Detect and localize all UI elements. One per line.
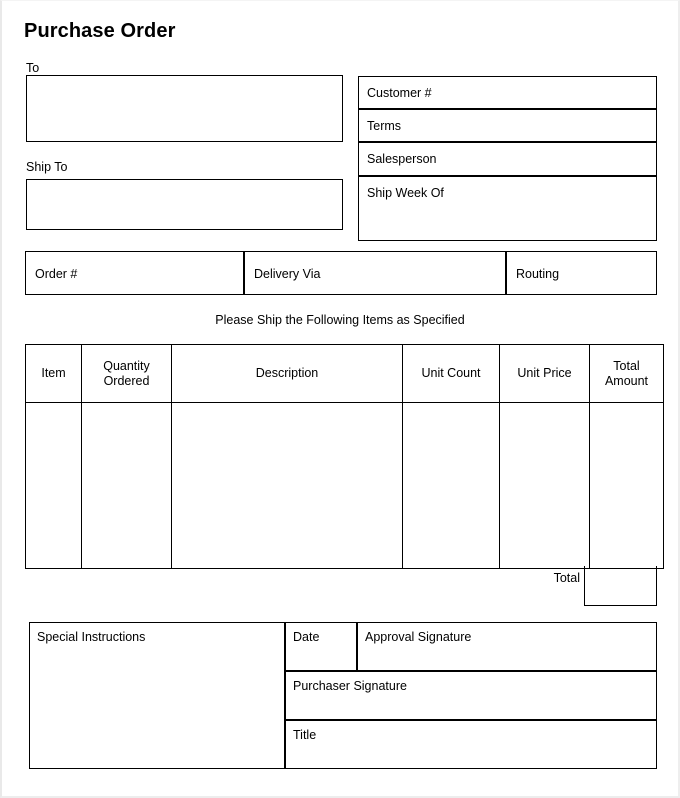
purchaser-signature-input[interactable]: Purchaser Signature: [285, 671, 657, 720]
date-label: Date: [293, 630, 320, 644]
customer-number-label: Customer #: [367, 86, 432, 100]
column-header-total-amount-line1: Total Amount: [604, 358, 649, 388]
column-header-unit-price: Unit Price: [499, 344, 590, 403]
ship-instruction-note: Please Ship the Following Items as Speci…: [215, 313, 465, 327]
approval-signature-input[interactable]: Approval Signature: [357, 622, 657, 671]
date-input[interactable]: Date: [285, 622, 357, 671]
terms-field[interactable]: Terms: [358, 109, 657, 142]
table-row: [25, 402, 664, 569]
footer-block: Special Instructions Date Approval Signa…: [29, 622, 657, 769]
special-instructions-label: Special Instructions: [37, 630, 146, 644]
to-label: To: [26, 61, 40, 75]
title-label: Title: [293, 728, 317, 742]
order-number-field[interactable]: Order #: [25, 251, 244, 295]
column-header-quantity-ordered: Quantity Ordered: [81, 344, 172, 403]
routing-label: Routing: [516, 267, 560, 281]
terms-label: Terms: [367, 119, 402, 133]
routing-field[interactable]: Routing: [506, 251, 657, 295]
purchase-order-page: Purchase Order To Ship To Customer # Ter…: [0, 0, 680, 798]
ship-to-input[interactable]: [26, 179, 343, 230]
salesperson-field[interactable]: Salesperson: [358, 142, 657, 176]
page-title: Purchase Order: [24, 20, 176, 42]
approval-signature-label: Approval Signature: [365, 630, 472, 644]
items-table: Item Quantity Ordered Description Unit C…: [25, 344, 664, 569]
column-header-item: Item: [25, 344, 82, 403]
ship-week-of-field[interactable]: Ship Week Of: [358, 176, 657, 241]
order-number-label: Order #: [35, 267, 78, 281]
delivery-via-label: Delivery Via: [254, 267, 321, 281]
cell-item[interactable]: [25, 402, 82, 569]
customer-number-field[interactable]: Customer #: [358, 76, 657, 109]
column-header-total-amount: Total Amount: [589, 344, 664, 403]
cell-quantity-ordered[interactable]: [81, 402, 172, 569]
ship-to-label: Ship To: [26, 160, 68, 174]
special-instructions-input[interactable]: Special Instructions: [29, 622, 285, 769]
total-row: Total: [25, 566, 657, 606]
column-header-description: Description: [171, 344, 403, 403]
cell-unit-count[interactable]: [402, 402, 500, 569]
cell-unit-price[interactable]: [499, 402, 590, 569]
column-header-quantity-ordered-line1: Quantity Ordered: [103, 358, 150, 388]
items-table-header-row: Item Quantity Ordered Description Unit C…: [25, 344, 664, 403]
salesperson-label: Salesperson: [367, 152, 437, 166]
cell-total-amount[interactable]: [589, 402, 664, 569]
title-input[interactable]: Title: [285, 720, 657, 769]
column-header-unit-count: Unit Count: [402, 344, 500, 403]
total-label: Total: [553, 571, 580, 585]
to-input[interactable]: [26, 75, 343, 142]
total-value-input[interactable]: [584, 566, 657, 606]
delivery-via-field[interactable]: Delivery Via: [244, 251, 506, 295]
purchaser-signature-label: Purchaser Signature: [293, 679, 407, 693]
cell-description[interactable]: [171, 402, 403, 569]
ship-week-of-label: Ship Week Of: [367, 186, 444, 200]
